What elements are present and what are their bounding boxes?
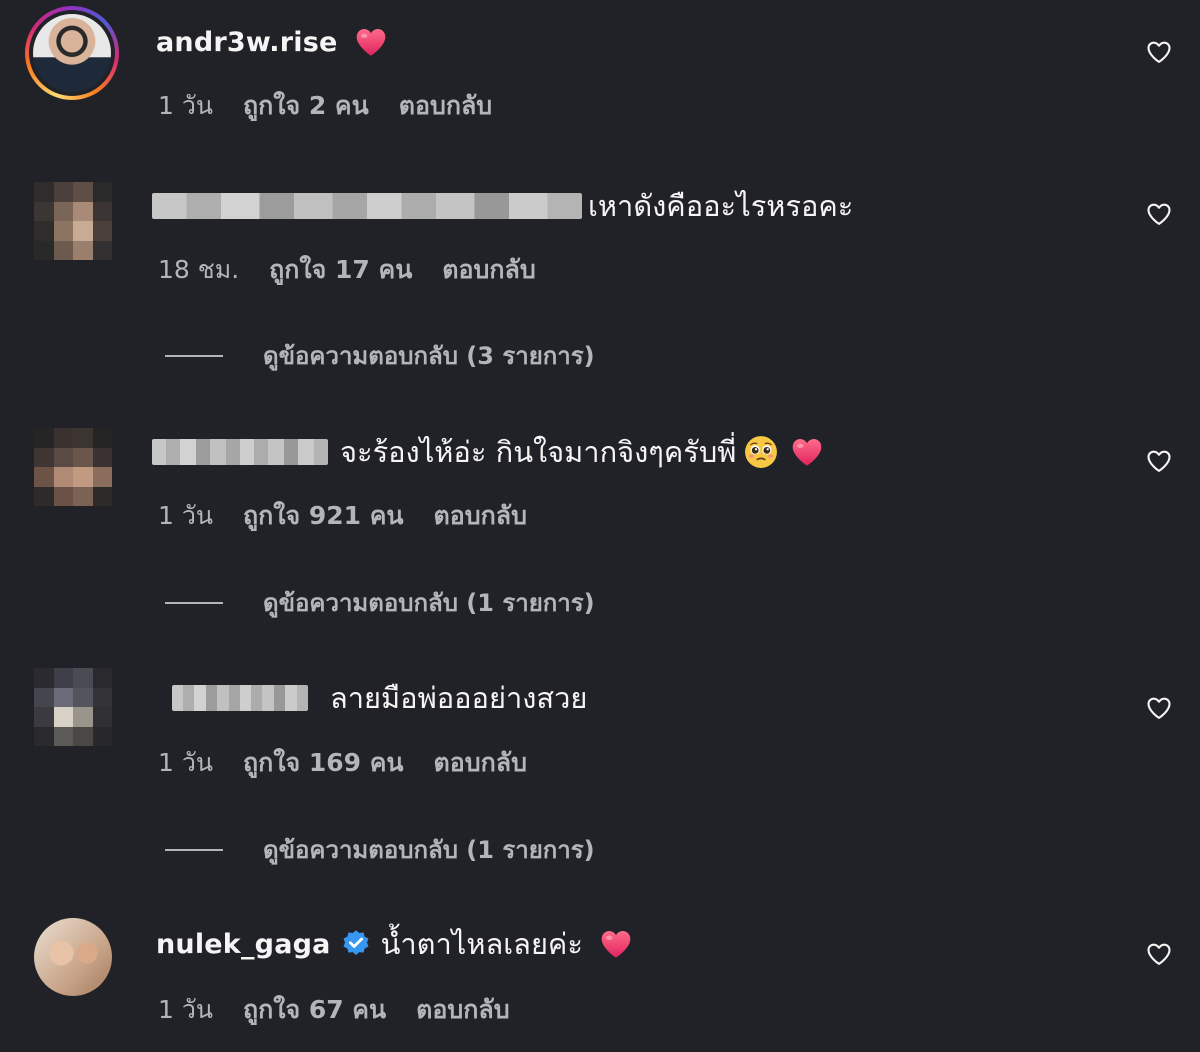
view-replies-button[interactable]: ดูข้อความตอบกลับ (3 รายการ) — [165, 336, 595, 375]
avatar[interactable] — [34, 182, 112, 260]
replies-divider — [165, 601, 223, 604]
comment-time: 1 วัน — [158, 91, 213, 120]
view-replies-label: ดูข้อความตอบกลับ (1 รายการ) — [263, 589, 595, 617]
reply-button[interactable]: ตอบกลับ — [399, 86, 492, 126]
view-replies-label: ดูข้อความตอบกลับ (1 รายการ) — [263, 836, 595, 864]
comment-likes[interactable]: ถูกใจ 169 คน — [243, 743, 404, 783]
red-heart-emoji-icon — [790, 437, 824, 467]
comment-time: 18 ชม. — [158, 255, 240, 284]
view-replies-button[interactable]: ดูข้อความตอบกลับ (1 รายการ) — [165, 830, 595, 869]
comment-text: จะร้องไห้อ่ะ กินใจมากจิงๆครับพี่ — [340, 435, 737, 469]
reply-button[interactable]: ตอบกลับ — [434, 743, 527, 783]
avatar[interactable] — [25, 6, 119, 100]
red-heart-emoji-icon — [599, 929, 633, 959]
heart-outline-icon[interactable] — [1144, 694, 1174, 722]
reply-button[interactable]: ตอบกลับ — [442, 250, 535, 290]
comment-likes[interactable]: ถูกใจ 2 คน — [243, 86, 369, 126]
red-heart-emoji-icon — [354, 27, 388, 57]
heart-outline-icon[interactable] — [1144, 940, 1174, 968]
reply-button[interactable]: ตอบกลับ — [434, 496, 527, 536]
comment-likes[interactable]: ถูกใจ 67 คน — [243, 990, 386, 1030]
comment-text: เหาดังคืออะไรหรอคะ — [588, 189, 854, 223]
comment-likes[interactable]: ถูกใจ 921 คน — [243, 496, 404, 536]
comment-time: 1 วัน — [158, 748, 213, 777]
heart-outline-icon[interactable] — [1144, 38, 1174, 66]
heart-outline-icon[interactable] — [1144, 200, 1174, 228]
comment-username[interactable]: nulek_gaga — [156, 929, 331, 960]
avatar[interactable] — [34, 668, 112, 746]
comment-time: 1 วัน — [158, 995, 213, 1024]
verified-badge-icon — [341, 929, 371, 959]
replies-divider — [165, 354, 223, 357]
view-replies-button[interactable]: ดูข้อความตอบกลับ (1 รายการ) — [165, 583, 595, 622]
comment-text: น้ำตาไหลเลยค่ะ — [380, 927, 583, 961]
replies-divider — [165, 848, 223, 851]
reply-button[interactable]: ตอบกลับ — [416, 990, 509, 1030]
avatar[interactable] — [34, 428, 112, 506]
comment-time: 1 วัน — [158, 501, 213, 530]
view-replies-label: ดูข้อความตอบกลับ (3 รายการ) — [263, 342, 595, 370]
comment-likes[interactable]: ถูกใจ 17 คน — [269, 250, 412, 290]
comment-username[interactable]: andr3w.rise — [156, 27, 338, 58]
pleading-face-emoji-icon — [744, 435, 778, 469]
heart-outline-icon[interactable] — [1144, 447, 1174, 475]
comment-text: ลายมือพ่อออย่างสวย — [330, 681, 588, 715]
avatar[interactable] — [34, 918, 112, 996]
